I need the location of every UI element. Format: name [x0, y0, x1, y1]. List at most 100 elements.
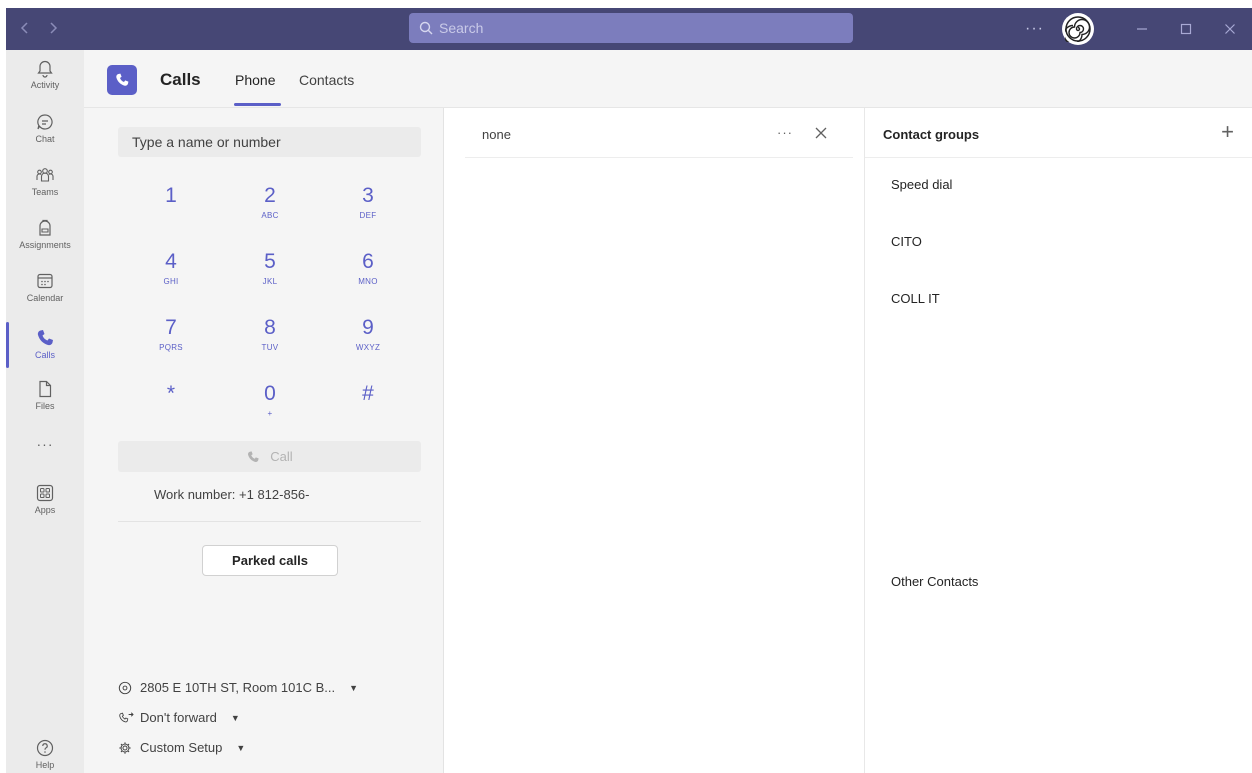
rail-item-activity[interactable]: Activity: [6, 58, 84, 90]
help-icon: [36, 739, 54, 757]
rail-item-assignments[interactable]: Assignments: [6, 218, 84, 250]
dial-digit: 5: [264, 250, 276, 273]
avatar[interactable]: [1062, 13, 1094, 45]
dial-key-2[interactable]: 2 ABC: [235, 184, 305, 240]
bell-icon: [37, 60, 53, 78]
dial-digit: 0: [264, 382, 276, 405]
maximize-button[interactable]: [1164, 8, 1208, 50]
spiral-logo-icon: [1065, 16, 1091, 42]
rail-item-help[interactable]: Help: [6, 738, 84, 770]
dial-digit: 2: [264, 184, 276, 207]
chevron-left-icon[interactable]: [20, 19, 30, 40]
minimize-icon: [1137, 28, 1147, 30]
dial-letters: TUV: [261, 343, 279, 352]
rail-label: Activity: [30, 80, 60, 90]
dial-key-9[interactable]: 9 WXYZ: [333, 316, 403, 372]
chevron-down-icon: ▼: [349, 682, 359, 693]
dial-letters: +: [267, 409, 273, 418]
dial-letters: MNO: [358, 277, 378, 286]
contact-group-item[interactable]: Speed dial: [891, 177, 952, 192]
active-tab-indicator: [234, 103, 281, 106]
dial-digit: 4: [165, 250, 177, 273]
dial-key-star[interactable]: *: [136, 382, 206, 438]
calendar-icon: [37, 273, 53, 289]
dial-key-8[interactable]: 8 TUV: [235, 316, 305, 372]
phone-icon: [116, 73, 129, 86]
rail-item-teams[interactable]: Teams: [6, 165, 84, 197]
close-window-button[interactable]: [1208, 8, 1252, 50]
rail-label: Help: [35, 760, 55, 770]
rail-more-button[interactable]: ···: [6, 436, 84, 452]
title-bar: Search ···: [6, 8, 1252, 50]
dial-key-6[interactable]: 6 MNO: [333, 250, 403, 306]
rail-item-calendar[interactable]: Calendar: [6, 271, 84, 303]
close-icon: [1225, 24, 1235, 34]
rail-item-files[interactable]: Files: [6, 379, 84, 411]
minimize-button[interactable]: [1120, 8, 1164, 50]
dial-digit: 3: [362, 184, 374, 207]
page-title: Calls: [160, 70, 201, 89]
dial-digit: 8: [264, 316, 276, 339]
dial-key-3[interactable]: 3 DEF: [333, 184, 403, 240]
dial-digit: #: [362, 382, 374, 405]
dial-key-4[interactable]: 4 GHI: [136, 250, 206, 306]
rail-item-calls[interactable]: Calls: [6, 322, 84, 368]
dial-key-0[interactable]: 0 +: [235, 382, 305, 438]
more-options-icon[interactable]: ···: [1025, 20, 1044, 38]
dial-key-7[interactable]: 7 PQRS: [136, 316, 206, 372]
contact-group-item[interactable]: CITO: [891, 234, 922, 249]
contact-group-item[interactable]: COLL IT: [891, 291, 940, 306]
dial-letters: JKL: [262, 277, 278, 286]
call-forward-icon: [118, 711, 140, 725]
setup-selector[interactable]: Custom Setup ▼: [118, 740, 245, 755]
titlebar-right: ···: [1025, 8, 1252, 50]
forward-selector[interactable]: Don't forward ▼: [118, 710, 240, 725]
call-button[interactable]: Call: [118, 441, 421, 472]
dial-key-5[interactable]: 5 JKL: [235, 250, 305, 306]
dial-letters: GHI: [163, 277, 179, 286]
divider: [118, 521, 421, 522]
search-placeholder: Search: [439, 20, 484, 36]
more-options-icon[interactable]: ···: [777, 125, 793, 140]
dial-digit: 9: [362, 316, 374, 339]
setup-label: Custom Setup: [140, 740, 223, 755]
teams-icon: [36, 168, 54, 182]
rail-item-apps[interactable]: Apps: [6, 483, 84, 515]
dial-digit: 6: [362, 250, 374, 273]
app-rail: Activity Chat Teams Assignments Calendar…: [6, 50, 84, 773]
search-icon: [419, 21, 433, 35]
call-label: Call: [270, 449, 293, 464]
add-group-button[interactable]: +: [1221, 120, 1234, 144]
calls-app-icon: [107, 65, 137, 95]
tab-phone[interactable]: Phone: [235, 72, 275, 88]
calls-header: Calls Phone Contacts: [84, 50, 1252, 108]
location-pin-icon: [118, 681, 140, 695]
dial-input[interactable]: [118, 127, 421, 157]
dial-key-1[interactable]: 1: [136, 184, 206, 240]
parked-calls-button[interactable]: Parked calls: [202, 545, 338, 576]
contact-group-item[interactable]: Other Contacts: [891, 574, 978, 589]
dial-key-hash[interactable]: #: [333, 382, 403, 438]
dialpad-panel: 1 2 ABC 3 DEF 4 GHI 5 JKL 6 MNO 7 PQRS 8 TUV 9 W…: [84, 108, 444, 773]
location-selector[interactable]: 2805 E 10TH ST, Room 101C B... ▼: [118, 680, 358, 695]
divider: [865, 157, 1252, 158]
close-icon[interactable]: [813, 125, 829, 141]
chevron-right-icon[interactable]: [48, 19, 58, 40]
work-number: Work number: +1 812-856-: [154, 487, 310, 502]
location-label: 2805 E 10TH ST, Room 101C B...: [140, 680, 336, 695]
rail-label: Teams: [31, 187, 59, 197]
rail-item-chat[interactable]: Chat: [6, 112, 84, 144]
chat-icon: [37, 114, 53, 130]
chevron-down-icon: ▼: [230, 712, 240, 723]
call-detail-header: none ···: [465, 108, 853, 158]
dial-letters: DEF: [359, 211, 377, 220]
dial-digit: 1: [165, 184, 177, 207]
apps-icon: [36, 484, 54, 502]
forward-label: Don't forward: [140, 710, 217, 725]
search-box[interactable]: Search: [409, 13, 853, 43]
tab-contacts[interactable]: Contacts: [299, 72, 354, 88]
contact-groups-panel: Contact groups + Speed dial CITO COLL IT…: [864, 108, 1252, 773]
nav-arrows: [20, 19, 58, 40]
contact-groups-title: Contact groups: [883, 127, 980, 142]
backpack-icon: [39, 219, 51, 236]
